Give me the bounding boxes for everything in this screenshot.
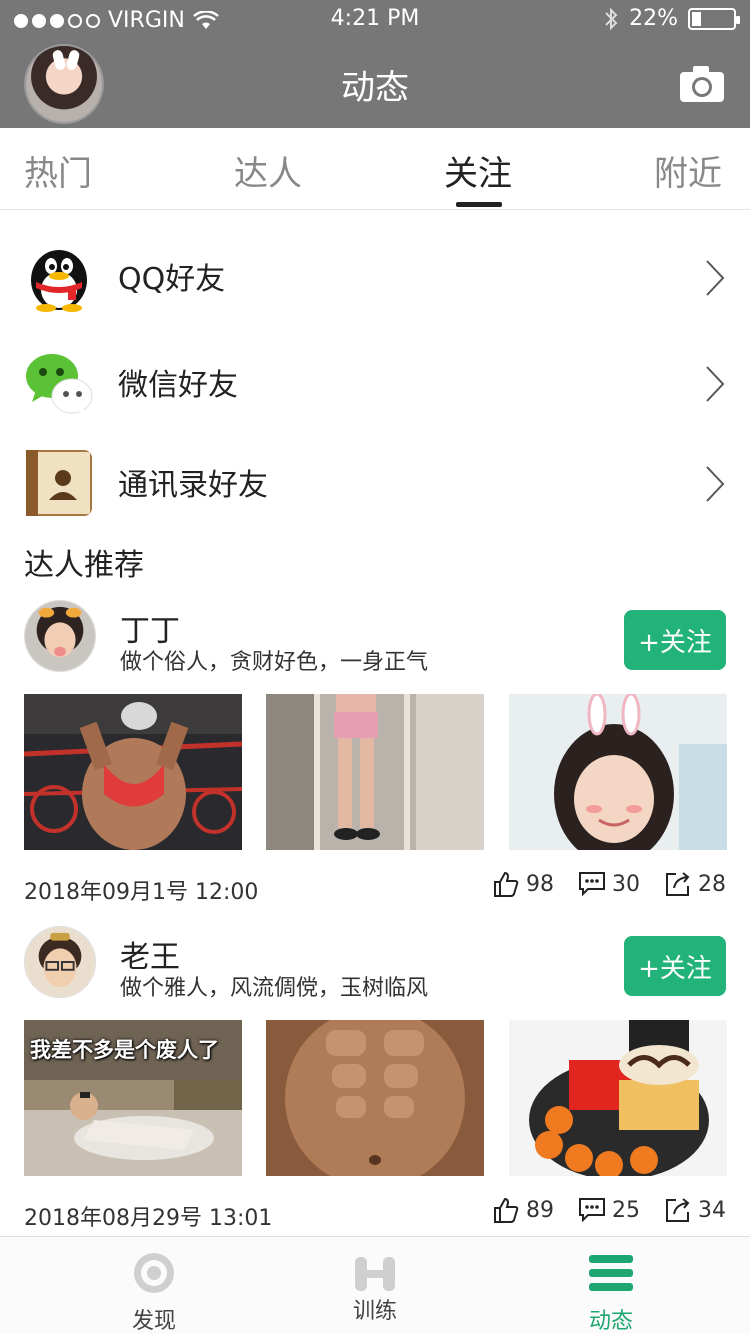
qq-icon — [31, 250, 87, 312]
tab-nearby[interactable]: 附近 — [654, 146, 722, 195]
post-photo[interactable] — [266, 694, 484, 850]
friend-row-qq[interactable]: QQ好友 — [0, 232, 750, 332]
post-stats: 98 30 28 — [478, 870, 726, 898]
tab-hot[interactable]: 热门 — [24, 146, 92, 195]
share-button[interactable]: 28 — [664, 870, 726, 898]
nav-item-training[interactable]: 训练 — [250, 1237, 500, 1334]
target-icon — [134, 1253, 174, 1293]
post-date: 2018年09月1号 12:00 — [24, 880, 259, 905]
chevron-right-icon — [706, 366, 725, 402]
status-bar: VIRGIN 4:21 PM 22% — [0, 0, 750, 40]
battery-icon — [688, 7, 740, 30]
share-icon — [666, 872, 690, 896]
like-count: 98 — [526, 871, 554, 897]
like-count: 89 — [526, 1197, 554, 1223]
post-author-motto: 做个俗人，贪财好色，一身正气 — [120, 650, 429, 675]
nav-item-feed[interactable]: 动态 — [486, 1237, 736, 1334]
like-button[interactable]: 98 — [492, 870, 554, 898]
post-photo[interactable] — [509, 694, 727, 850]
friend-label: QQ好友 — [118, 262, 226, 297]
chevron-right-icon — [706, 466, 725, 502]
friend-row-wechat[interactable]: 微信好友 — [0, 338, 750, 438]
post-stats: 89 25 34 — [478, 1196, 726, 1224]
share-count: 28 — [698, 871, 726, 897]
follow-button[interactable]: +关注 — [624, 610, 726, 670]
bottom-nav: 发现 训练 动态 — [0, 1236, 750, 1334]
friend-label: 微信好友 — [118, 368, 238, 403]
tab-experts[interactable]: 达人 — [234, 146, 302, 195]
menu-icon — [589, 1255, 633, 1291]
share-icon — [666, 1198, 690, 1222]
tab-bar: 热门 达人 关注 附近 — [0, 128, 750, 210]
wechat-icon — [26, 354, 93, 416]
status-right: 22% — [603, 6, 740, 31]
nav-item-discover[interactable]: 发现 — [29, 1237, 279, 1334]
photo-caption: 我差不多是个废人了 — [30, 1038, 219, 1062]
post-photo[interactable] — [509, 1020, 727, 1176]
tab-following[interactable]: 关注 — [444, 146, 512, 195]
share-count: 34 — [698, 1197, 726, 1223]
like-button[interactable]: 89 — [492, 1196, 554, 1224]
nav-label: 训练 — [352, 1299, 397, 1324]
battery-percent: 22% — [629, 6, 678, 31]
nav-label: 动态 — [588, 1309, 633, 1334]
tab-active-indicator — [456, 202, 502, 207]
post-avatar[interactable] — [24, 600, 96, 672]
post-date: 2018年08月29号 13:01 — [24, 1206, 273, 1231]
post-photo[interactable] — [24, 694, 242, 850]
comment-button[interactable]: 25 — [578, 1196, 640, 1224]
share-button[interactable]: 34 — [664, 1196, 726, 1224]
page-title: 动态 — [341, 68, 409, 108]
post-photo[interactable]: 我差不多是个废人了 — [24, 1020, 242, 1176]
follow-button[interactable]: +关注 — [624, 936, 726, 996]
section-title: 达人推荐 — [24, 548, 144, 583]
top-header: VIRGIN 4:21 PM 22% 动态 — [0, 0, 750, 128]
friend-row-contacts[interactable]: 通讯录好友 — [0, 438, 750, 538]
comment-icon — [579, 1198, 605, 1223]
post-avatar[interactable] — [24, 926, 96, 998]
thumbs-up-icon — [494, 871, 519, 897]
chevron-right-icon — [706, 260, 725, 296]
bluetooth-icon — [605, 7, 618, 30]
friend-label: 通讯录好友 — [118, 468, 268, 503]
post-author-motto: 做个雅人，风流倜傥，玉树临风 — [120, 976, 429, 1001]
comment-count: 25 — [612, 1197, 640, 1223]
comment-button[interactable]: 30 — [578, 870, 640, 898]
post-photo[interactable] — [266, 1020, 484, 1176]
nav-label: 发现 — [131, 1309, 176, 1334]
comment-count: 30 — [612, 871, 640, 897]
thumbs-up-icon — [494, 1197, 519, 1223]
camera-icon[interactable] — [678, 64, 726, 104]
contacts-icon — [26, 450, 92, 516]
dumbbell-icon — [355, 1257, 395, 1291]
comment-icon — [579, 872, 605, 897]
